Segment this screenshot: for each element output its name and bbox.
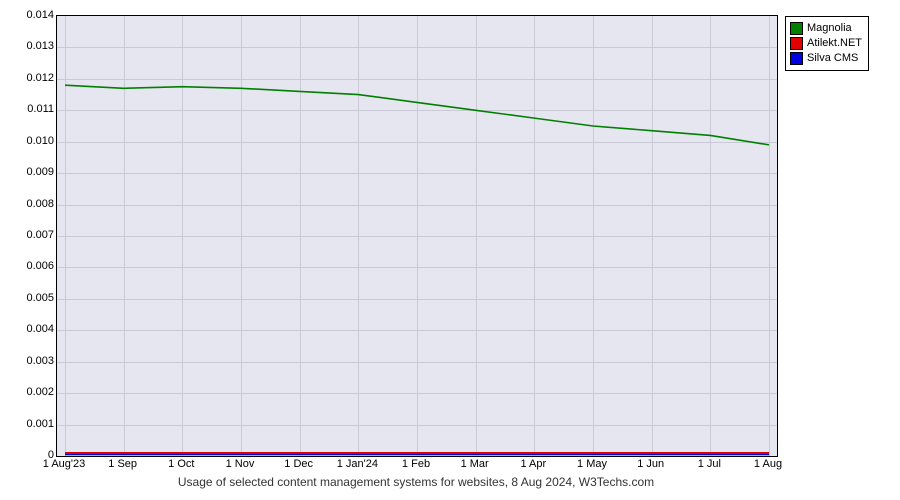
x-tick-label: 1 May bbox=[577, 458, 607, 470]
y-tick-label: 0.003 bbox=[10, 355, 54, 367]
legend-label: Magnolia bbox=[807, 21, 852, 36]
y-tick-label: 0.004 bbox=[10, 323, 54, 335]
legend: Magnolia Atilekt.NET Silva CMS bbox=[785, 16, 869, 71]
x-tick-label: 1 Dec bbox=[284, 458, 313, 470]
x-tick-label: 1 Nov bbox=[226, 458, 255, 470]
y-tick-label: 0.001 bbox=[10, 418, 54, 430]
x-tick-label: 1 Sep bbox=[108, 458, 137, 470]
legend-swatch-icon bbox=[790, 52, 803, 65]
chart-lines bbox=[57, 16, 777, 456]
x-tick-label: 1 Aug bbox=[754, 458, 782, 470]
legend-swatch-icon bbox=[790, 22, 803, 35]
x-tick-label: 1 Jan'24 bbox=[337, 458, 378, 470]
chart-caption: Usage of selected content management sys… bbox=[56, 475, 776, 489]
x-tick-label: 1 Jun bbox=[637, 458, 664, 470]
x-tick-label: 1 Feb bbox=[402, 458, 430, 470]
x-tick-label: 1 Jul bbox=[698, 458, 721, 470]
y-tick-label: 0.013 bbox=[10, 40, 54, 52]
y-tick-label: 0.006 bbox=[10, 260, 54, 272]
y-tick-label: 0.007 bbox=[10, 229, 54, 241]
legend-item: Magnolia bbox=[790, 21, 862, 36]
legend-swatch-icon bbox=[790, 37, 803, 50]
legend-item: Atilekt.NET bbox=[790, 36, 862, 51]
y-tick-label: 0.002 bbox=[10, 386, 54, 398]
series-line bbox=[65, 85, 769, 145]
legend-label: Silva CMS bbox=[807, 51, 858, 66]
y-tick-label: 0.005 bbox=[10, 292, 54, 304]
y-tick-label: 0.012 bbox=[10, 72, 54, 84]
y-tick-label: 0.009 bbox=[10, 166, 54, 178]
y-tick-label: 0.011 bbox=[10, 103, 54, 115]
y-tick-label: 0.010 bbox=[10, 135, 54, 147]
legend-label: Atilekt.NET bbox=[807, 36, 862, 51]
x-tick-label: 1 Mar bbox=[461, 458, 489, 470]
x-tick-label: 1 Oct bbox=[168, 458, 194, 470]
x-tick-label: 1 Apr bbox=[520, 458, 546, 470]
x-tick-label: 1 Aug'23 bbox=[43, 458, 85, 470]
legend-item: Silva CMS bbox=[790, 51, 862, 66]
y-tick-label: 0.014 bbox=[10, 9, 54, 21]
plot-area bbox=[56, 15, 778, 457]
chart-container: 00.0010.0020.0030.0040.0050.0060.0070.00… bbox=[10, 10, 890, 490]
y-tick-label: 0.008 bbox=[10, 198, 54, 210]
